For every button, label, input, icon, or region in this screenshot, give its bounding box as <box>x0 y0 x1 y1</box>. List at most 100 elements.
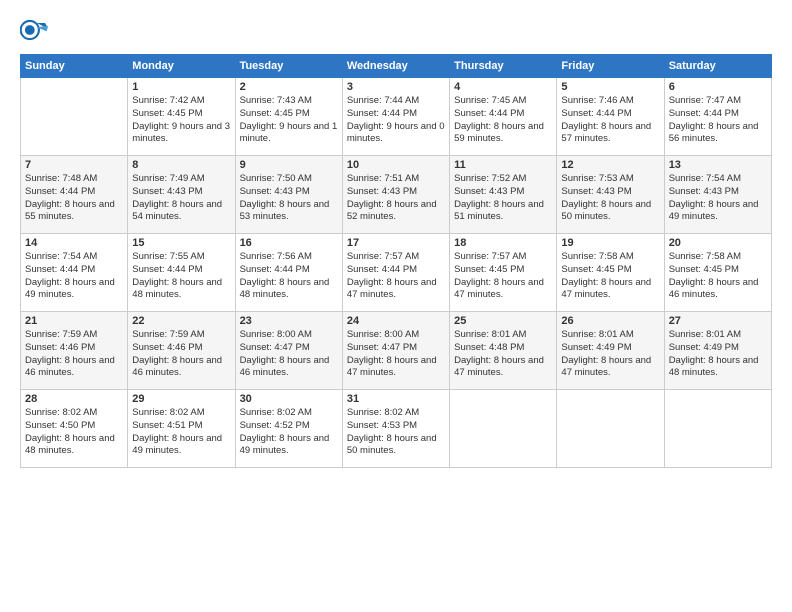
day-info: Sunrise: 7:48 AMSunset: 4:44 PMDaylight:… <box>25 173 123 224</box>
day-number: 13 <box>669 159 767 171</box>
calendar-cell: 9 Sunrise: 7:50 AMSunset: 4:43 PMDaylight… <box>235 156 342 234</box>
calendar-cell: 14 Sunrise: 7:54 AMSunset: 4:44 PMDayligh… <box>21 234 128 312</box>
day-number: 30 <box>240 393 338 405</box>
day-number: 31 <box>347 393 445 405</box>
calendar-cell <box>557 390 664 468</box>
calendar-cell: 21 Sunrise: 7:59 AMSunset: 4:46 PMDayligh… <box>21 312 128 390</box>
calendar-cell: 27 Sunrise: 8:01 AMSunset: 4:49 PMDayligh… <box>664 312 771 390</box>
day-number: 10 <box>347 159 445 171</box>
day-info: Sunrise: 7:55 AMSunset: 4:44 PMDaylight:… <box>132 251 230 302</box>
calendar-cell <box>664 390 771 468</box>
calendar-header: SundayMondayTuesdayWednesdayThursdayFrid… <box>21 55 772 78</box>
day-number: 7 <box>25 159 123 171</box>
day-info: Sunrise: 8:02 AMSunset: 4:53 PMDaylight:… <box>347 407 445 458</box>
day-info: Sunrise: 7:50 AMSunset: 4:43 PMDaylight:… <box>240 173 338 224</box>
day-info: Sunrise: 7:53 AMSunset: 4:43 PMDaylight:… <box>561 173 659 224</box>
logo-icon <box>20 16 48 44</box>
weekday-header-friday: Friday <box>557 55 664 78</box>
day-info: Sunrise: 7:47 AMSunset: 4:44 PMDaylight:… <box>669 95 767 146</box>
weekday-header-wednesday: Wednesday <box>342 55 449 78</box>
calendar-cell: 23 Sunrise: 8:00 AMSunset: 4:47 PMDayligh… <box>235 312 342 390</box>
calendar-cell: 7 Sunrise: 7:48 AMSunset: 4:44 PMDaylight… <box>21 156 128 234</box>
day-number: 21 <box>25 315 123 327</box>
calendar-cell <box>450 390 557 468</box>
day-number: 3 <box>347 81 445 93</box>
calendar-cell: 6 Sunrise: 7:47 AMSunset: 4:44 PMDaylight… <box>664 78 771 156</box>
calendar-cell: 11 Sunrise: 7:52 AMSunset: 4:43 PMDayligh… <box>450 156 557 234</box>
day-info: Sunrise: 7:51 AMSunset: 4:43 PMDaylight:… <box>347 173 445 224</box>
day-info: Sunrise: 7:44 AMSunset: 4:44 PMDaylight:… <box>347 95 445 146</box>
calendar-cell: 12 Sunrise: 7:53 AMSunset: 4:43 PMDayligh… <box>557 156 664 234</box>
day-info: Sunrise: 7:43 AMSunset: 4:45 PMDaylight:… <box>240 95 338 146</box>
day-number: 1 <box>132 81 230 93</box>
day-number: 6 <box>669 81 767 93</box>
header <box>20 16 772 44</box>
day-info: Sunrise: 7:59 AMSunset: 4:46 PMDaylight:… <box>25 329 123 380</box>
day-number: 27 <box>669 315 767 327</box>
day-info: Sunrise: 7:46 AMSunset: 4:44 PMDaylight:… <box>561 95 659 146</box>
day-number: 25 <box>454 315 552 327</box>
weekday-header-saturday: Saturday <box>664 55 771 78</box>
day-number: 23 <box>240 315 338 327</box>
calendar-cell: 15Sunrise: 7:55 AMSunset: 4:44 PMDayligh… <box>128 234 235 312</box>
calendar-cell: 4Sunrise: 7:45 AMSunset: 4:44 PMDaylight… <box>450 78 557 156</box>
calendar-week-2: 14 Sunrise: 7:54 AMSunset: 4:44 PMDayligh… <box>21 234 772 312</box>
day-info: Sunrise: 7:42 AMSunset: 4:45 PMDaylight:… <box>132 95 230 146</box>
calendar-cell: 25 Sunrise: 8:01 AMSunset: 4:48 PMDayligh… <box>450 312 557 390</box>
day-number: 16 <box>240 237 338 249</box>
calendar-cell: 31 Sunrise: 8:02 AMSunset: 4:53 PMDayligh… <box>342 390 449 468</box>
calendar-page: SundayMondayTuesdayWednesdayThursdayFrid… <box>0 0 792 612</box>
calendar-cell <box>21 78 128 156</box>
calendar-cell: 5 Sunrise: 7:46 AMSunset: 4:44 PMDaylight… <box>557 78 664 156</box>
calendar-cell: 3 Sunrise: 7:44 AMSunset: 4:44 PMDaylight… <box>342 78 449 156</box>
day-number: 26 <box>561 315 659 327</box>
weekday-header-tuesday: Tuesday <box>235 55 342 78</box>
calendar-cell: 2 Sunrise: 7:43 AMSunset: 4:45 PMDaylight… <box>235 78 342 156</box>
day-info: Sunrise: 8:00 AMSunset: 4:47 PMDaylight:… <box>240 329 338 380</box>
weekday-header-sunday: Sunday <box>21 55 128 78</box>
day-number: 19 <box>561 237 659 249</box>
day-number: 12 <box>561 159 659 171</box>
day-info: Sunrise: 7:54 AMSunset: 4:43 PMDaylight:… <box>669 173 767 224</box>
calendar-cell: 30 Sunrise: 8:02 AMSunset: 4:52 PMDayligh… <box>235 390 342 468</box>
calendar-week-1: 7 Sunrise: 7:48 AMSunset: 4:44 PMDaylight… <box>21 156 772 234</box>
day-info: Sunrise: 7:59 AMSunset: 4:46 PMDaylight:… <box>132 329 230 380</box>
day-number: 20 <box>669 237 767 249</box>
logo <box>20 16 52 44</box>
day-info: Sunrise: 7:58 AMSunset: 4:45 PMDaylight:… <box>669 251 767 302</box>
calendar-cell: 18Sunrise: 7:57 AMSunset: 4:45 PMDayligh… <box>450 234 557 312</box>
calendar-cell: 26 Sunrise: 8:01 AMSunset: 4:49 PMDayligh… <box>557 312 664 390</box>
day-number: 14 <box>25 237 123 249</box>
day-info: Sunrise: 8:01 AMSunset: 4:49 PMDaylight:… <box>669 329 767 380</box>
calendar-cell: 13 Sunrise: 7:54 AMSunset: 4:43 PMDayligh… <box>664 156 771 234</box>
day-info: Sunrise: 7:52 AMSunset: 4:43 PMDaylight:… <box>454 173 552 224</box>
day-info: Sunrise: 8:02 AMSunset: 4:50 PMDaylight:… <box>25 407 123 458</box>
day-number: 17 <box>347 237 445 249</box>
day-info: Sunrise: 7:49 AMSunset: 4:43 PMDaylight:… <box>132 173 230 224</box>
day-number: 8 <box>132 159 230 171</box>
day-info: Sunrise: 7:57 AMSunset: 4:44 PMDaylight:… <box>347 251 445 302</box>
calendar-table: SundayMondayTuesdayWednesdayThursdayFrid… <box>20 54 772 468</box>
day-info: Sunrise: 8:02 AMSunset: 4:52 PMDaylight:… <box>240 407 338 458</box>
day-info: Sunrise: 8:02 AMSunset: 4:51 PMDaylight:… <box>132 407 230 458</box>
day-info: Sunrise: 8:00 AMSunset: 4:47 PMDaylight:… <box>347 329 445 380</box>
calendar-cell: 8 Sunrise: 7:49 AMSunset: 4:43 PMDaylight… <box>128 156 235 234</box>
calendar-cell: 29 Sunrise: 8:02 AMSunset: 4:51 PMDayligh… <box>128 390 235 468</box>
calendar-cell: 1 Sunrise: 7:42 AMSunset: 4:45 PMDaylight… <box>128 78 235 156</box>
day-number: 24 <box>347 315 445 327</box>
day-info: Sunrise: 7:58 AMSunset: 4:45 PMDaylight:… <box>561 251 659 302</box>
calendar-cell: 10 Sunrise: 7:51 AMSunset: 4:43 PMDayligh… <box>342 156 449 234</box>
day-info: Sunrise: 7:54 AMSunset: 4:44 PMDaylight:… <box>25 251 123 302</box>
day-number: 5 <box>561 81 659 93</box>
day-number: 29 <box>132 393 230 405</box>
day-info: Sunrise: 8:01 AMSunset: 4:49 PMDaylight:… <box>561 329 659 380</box>
day-info: Sunrise: 8:01 AMSunset: 4:48 PMDaylight:… <box>454 329 552 380</box>
day-info: Sunrise: 7:56 AMSunset: 4:44 PMDaylight:… <box>240 251 338 302</box>
day-number: 11 <box>454 159 552 171</box>
weekday-header-row: SundayMondayTuesdayWednesdayThursdayFrid… <box>21 55 772 78</box>
calendar-body: 1 Sunrise: 7:42 AMSunset: 4:45 PMDaylight… <box>21 78 772 468</box>
day-number: 9 <box>240 159 338 171</box>
calendar-cell: 20 Sunrise: 7:58 AMSunset: 4:45 PMDayligh… <box>664 234 771 312</box>
day-number: 2 <box>240 81 338 93</box>
calendar-cell: 22Sunrise: 7:59 AMSunset: 4:46 PMDayligh… <box>128 312 235 390</box>
